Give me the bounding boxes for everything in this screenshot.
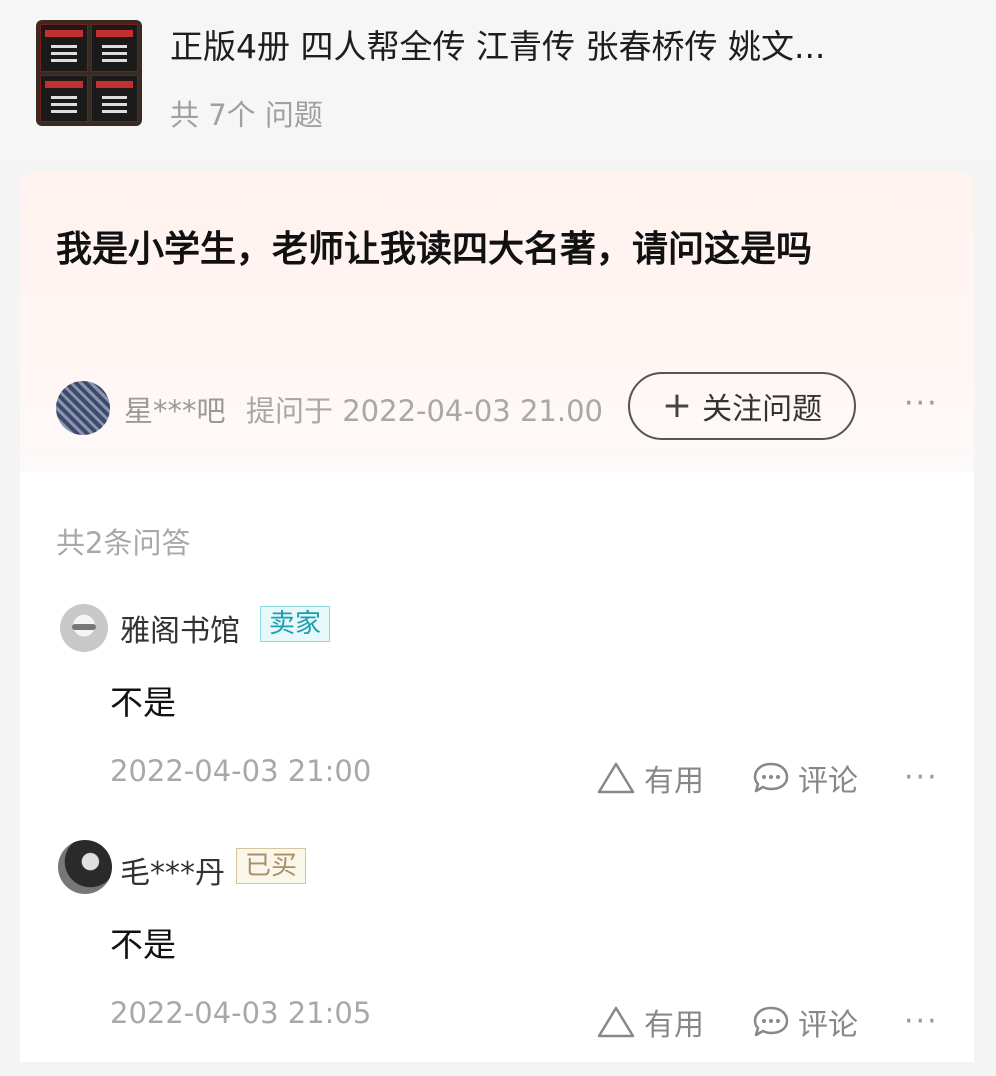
answer-timestamp: 2022-04-03 21:05 [110,996,372,1030]
comment-button[interactable]: 评论 [752,1000,858,1044]
more-options-icon[interactable]: ··· [904,1004,939,1039]
seller-badge: 卖家 [260,606,331,642]
useful-button[interactable]: 有用 [596,1000,704,1044]
answer-item: 毛***丹 已买 不是 2022-04-03 21:05 有用 评论 ··· [56,712,956,1043]
triangle-up-icon [597,1006,635,1038]
comment-label: 评论 [798,1008,858,1043]
question-card: 我是小学生，老师让我读四大名著，请问这是吗 星***吧 提问于 2022-04-… [20,172,974,472]
book-cover-image [90,74,138,122]
follow-label: 关注问题 [702,392,823,427]
follow-question-button[interactable]: + 关注问题 [628,372,856,440]
avatar[interactable] [56,381,110,435]
book-cover-image [40,24,88,72]
book-cover-image [90,24,138,72]
plus-icon: + [661,385,693,426]
more-options-icon[interactable]: ··· [904,386,939,421]
answers-panel: 共2条问答 雅阁书馆 卖家 不是 2022-04-03 21:00 有用 评论 … [20,472,974,1062]
answerer-name[interactable]: 雅阁书馆 [120,606,240,650]
question-count: 共 7个 问题 [170,98,323,132]
useful-label: 有用 [644,1008,704,1043]
book-cover-image [40,74,88,122]
product-header[interactable]: 正版4册 四人帮全传 江青传 张春桥传 姚文... 共 7个 问题 [0,0,996,160]
comment-icon [753,1006,789,1037]
avatar[interactable] [58,840,112,894]
product-title[interactable]: 正版4册 四人帮全传 江青传 张春桥传 姚文... [170,20,960,68]
question-text: 我是小学生，老师让我读四大名著，请问这是吗 [56,229,813,270]
asked-timestamp: 提问于 2022-04-03 21.00 [246,394,603,428]
product-thumbnail[interactable] [36,20,142,126]
asker-name: 星***吧 [124,394,226,428]
answer-item: 雅阁书馆 卖家 不是 2022-04-03 21:00 有用 评论 ··· [56,472,956,799]
avatar[interactable] [60,604,108,652]
answerer-name[interactable]: 毛***丹 [120,848,225,892]
bought-badge: 已买 [236,848,307,884]
asker-row: 星***吧 提问于 2022-04-03 21.00 + 关注问题 ··· [56,372,956,444]
answer-text: 不是 [110,925,176,964]
